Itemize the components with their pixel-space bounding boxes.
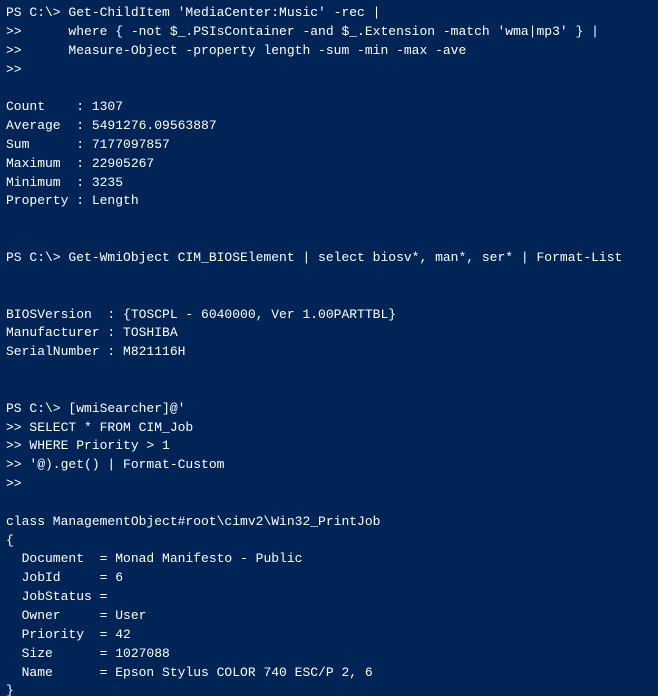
terminal-line: Average : 5491276.09563887 bbox=[6, 117, 652, 136]
terminal-line bbox=[6, 381, 652, 400]
terminal-line: class ManagementObject#root\cimv2\Win32_… bbox=[6, 513, 652, 532]
terminal-line: Maximum : 22905267 bbox=[6, 155, 652, 174]
terminal-line: Owner = User bbox=[6, 607, 652, 626]
terminal-line: SerialNumber : M821116H bbox=[6, 343, 652, 362]
terminal-line: PS C:\> Get-ChildItem 'MediaCenter:Music… bbox=[6, 4, 652, 23]
terminal-line: Minimum : 3235 bbox=[6, 174, 652, 193]
terminal-line: Size = 1027088 bbox=[6, 645, 652, 664]
terminal-line: JobStatus = bbox=[6, 588, 652, 607]
terminal-line bbox=[6, 211, 652, 230]
terminal-window[interactable]: PS C:\> Get-ChildItem 'MediaCenter:Music… bbox=[0, 0, 658, 696]
terminal-line: BIOSVersion : {TOSCPL - 6040000, Ver 1.0… bbox=[6, 306, 652, 325]
terminal-line: } bbox=[6, 682, 652, 696]
terminal-line: >> WHERE Priority > 1 bbox=[6, 437, 652, 456]
terminal-line bbox=[6, 79, 652, 98]
terminal-line: Property : Length bbox=[6, 192, 652, 211]
terminal-line: Count : 1307 bbox=[6, 98, 652, 117]
terminal-line: PS C:\> Get-WmiObject CIM_BIOSElement | … bbox=[6, 249, 652, 268]
terminal-line: >> Measure-Object -property length -sum … bbox=[6, 42, 652, 61]
terminal-line bbox=[6, 230, 652, 249]
terminal-line: >> where { -not $_.PSIsContainer -and $_… bbox=[6, 23, 652, 42]
terminal-line: { bbox=[6, 532, 652, 551]
terminal-line: >> bbox=[6, 61, 652, 80]
terminal-line: Priority = 42 bbox=[6, 626, 652, 645]
terminal-line: Sum : 7177097857 bbox=[6, 136, 652, 155]
terminal-line: >> SELECT * FROM CIM_Job bbox=[6, 419, 652, 438]
terminal-line bbox=[6, 268, 652, 287]
terminal-line bbox=[6, 362, 652, 381]
terminal-line: >> bbox=[6, 475, 652, 494]
terminal-line: >> '@).get() | Format-Custom bbox=[6, 456, 652, 475]
terminal-line: Manufacturer : TOSHIBA bbox=[6, 324, 652, 343]
terminal-line: PS C:\> [wmiSearcher]@' bbox=[6, 400, 652, 419]
terminal-line: Document = Monad Manifesto - Public bbox=[6, 550, 652, 569]
terminal-line bbox=[6, 287, 652, 306]
terminal-line: Name = Epson Stylus COLOR 740 ESC/P 2, 6 bbox=[6, 664, 652, 683]
terminal-line: JobId = 6 bbox=[6, 569, 652, 588]
terminal-line bbox=[6, 494, 652, 513]
